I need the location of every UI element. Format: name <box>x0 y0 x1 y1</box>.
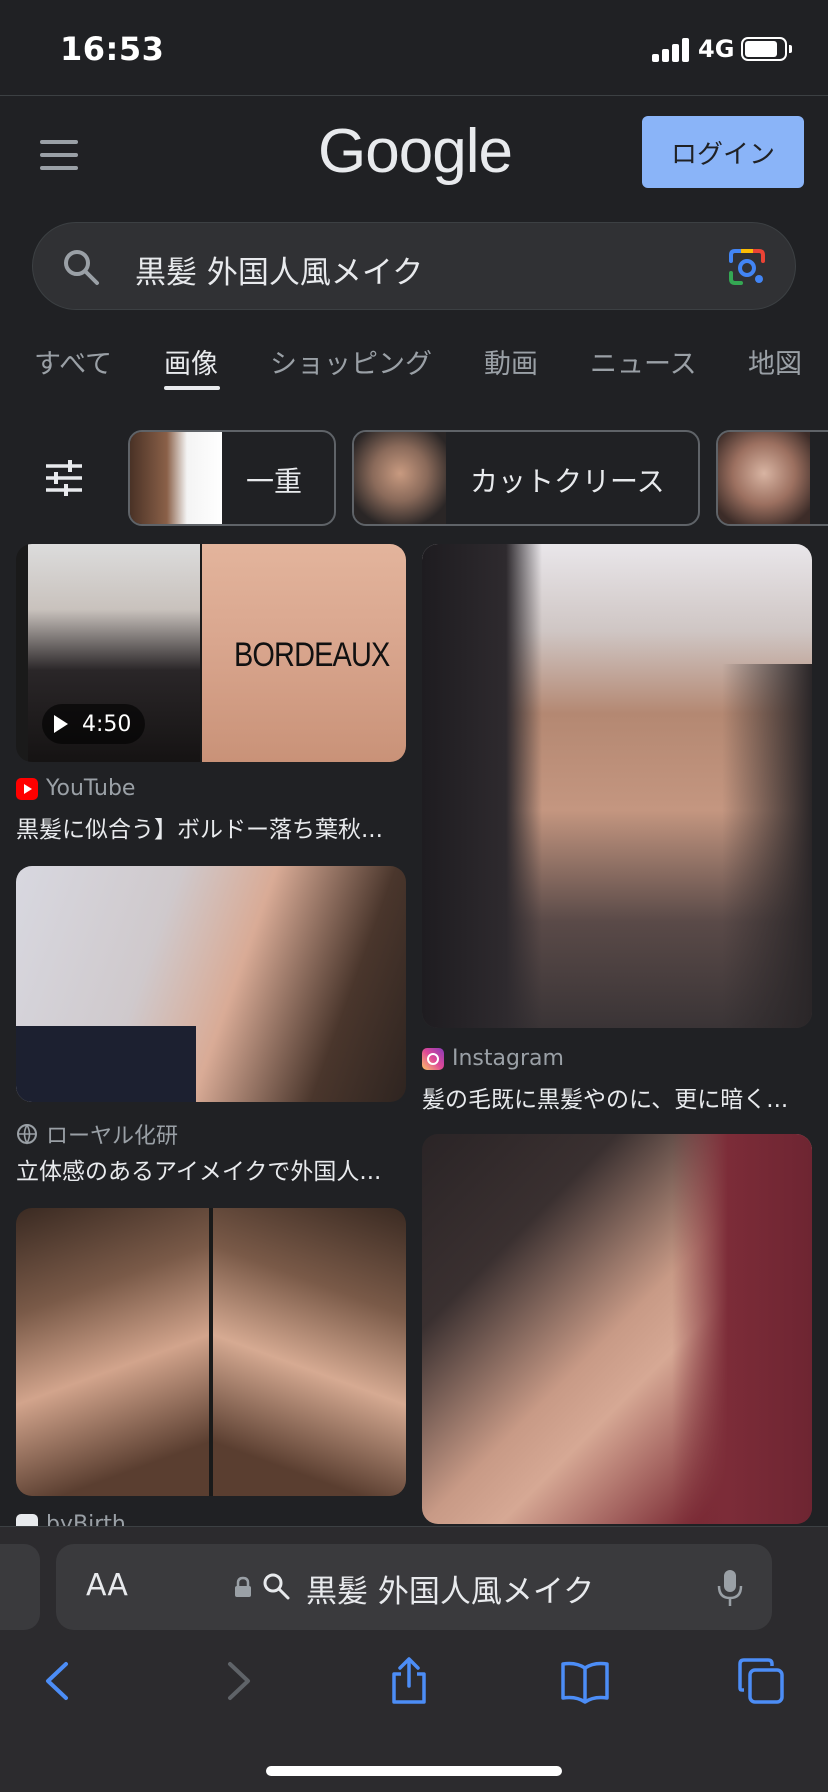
tab-videos[interactable]: 動画 <box>484 342 538 381</box>
tab-images[interactable]: 画像 <box>164 342 218 381</box>
tab-news[interactable]: ニュース <box>590 342 697 381</box>
play-icon <box>54 715 68 733</box>
source-name: Instagram <box>452 1046 564 1071</box>
tabs-icon[interactable] <box>736 1656 786 1706</box>
thumbnail-overlay-text: BORDEAUX <box>234 636 390 674</box>
previous-tab-peek[interactable] <box>0 1544 40 1630</box>
search-tabs: すべて 画像 ショッピング 動画 ニュース 地図 <box>0 336 828 396</box>
google-lens-icon[interactable] <box>727 247 767 287</box>
chip-thumbnail <box>354 432 446 524</box>
result-image-eye-makeup[interactable] <box>16 1208 406 1496</box>
search-input[interactable]: 黒髪 外国人風メイク <box>135 247 423 292</box>
google-logo[interactable]: Google <box>300 116 530 187</box>
result-caption[interactable]: 髪の毛既に黒髪やのに、更に暗く... <box>422 1080 812 1114</box>
tab-maps[interactable]: 地図 <box>748 342 802 381</box>
filter-tune-icon[interactable] <box>44 458 84 498</box>
chip-thumbnail <box>130 432 222 524</box>
result-caption[interactable]: 立体感のあるアイメイクで外国人... <box>16 1152 406 1186</box>
search-box[interactable]: 黒髪 外国人風メイク <box>32 222 796 310</box>
result-image-portrait[interactable] <box>422 1134 812 1524</box>
result-source-instagram[interactable]: Instagram <box>422 1046 564 1071</box>
forward-arrow-icon[interactable] <box>212 1656 262 1706</box>
lock-icon <box>235 1576 251 1597</box>
status-time: 16:53 <box>60 30 165 68</box>
battery-icon <box>741 37 792 61</box>
thumbnail-right <box>213 1208 406 1496</box>
result-image-instagram[interactable] <box>422 544 812 1028</box>
microphone-icon[interactable] <box>716 1568 744 1608</box>
sweater-shape <box>672 1134 812 1524</box>
chip-more[interactable] <box>716 430 828 526</box>
login-button[interactable]: ログイン <box>642 116 804 188</box>
tab-shopping[interactable]: ショッピング <box>270 342 432 381</box>
instagram-icon <box>422 1047 444 1070</box>
google-image-search-page: 16:53 4G Google ログイン 黒髪 外国人風メイク すべて 画像 シ… <box>0 0 828 1792</box>
back-arrow-icon[interactable] <box>34 1656 84 1706</box>
hair-shape <box>722 664 812 1028</box>
home-indicator[interactable] <box>266 1766 562 1776</box>
reader-aa-button[interactable]: AA <box>86 1568 128 1603</box>
video-duration-badge: 4:50 <box>42 704 146 744</box>
hair-shape <box>422 544 542 1028</box>
share-icon[interactable] <box>384 1656 434 1706</box>
source-name: ローヤル化研 <box>46 1124 179 1149</box>
result-caption[interactable]: 黒髪に似合う】ボルドー落ち葉秋... <box>16 810 406 844</box>
globe-icon <box>17 1124 37 1145</box>
hamburger-menu-icon[interactable] <box>40 140 80 170</box>
thumbnail-left <box>16 1208 209 1496</box>
chip-label: カットクリース <box>470 465 665 498</box>
address-bar[interactable]: AA 黒髪 外国人風メイク <box>56 1544 772 1630</box>
chip-monolid[interactable]: 一重 <box>128 430 336 526</box>
result-source-youtube[interactable]: YouTube <box>16 776 135 801</box>
network-label: 4G <box>698 35 735 63</box>
chip-label: 一重 <box>246 465 303 498</box>
source-name: YouTube <box>46 776 136 801</box>
search-icon <box>263 1573 290 1600</box>
status-bar: 16:53 4G <box>0 0 828 96</box>
clothing-shape <box>16 1026 196 1102</box>
youtube-icon <box>16 777 38 800</box>
result-image-royal-kaken[interactable] <box>16 866 406 1102</box>
address-bar-text[interactable]: 黒髪 外国人風メイク <box>306 1566 594 1611</box>
search-icon <box>64 250 99 285</box>
result-source-royal-kaken[interactable]: ローヤル化研 <box>16 1118 178 1150</box>
active-tab-indicator <box>164 386 220 390</box>
tab-all[interactable]: すべて <box>34 342 112 381</box>
result-image-youtube[interactable]: BORDEAUX 4:50 <box>16 544 406 762</box>
signal-icon <box>652 38 692 62</box>
video-duration: 4:50 <box>82 711 132 737</box>
bookmarks-icon[interactable] <box>560 1656 610 1706</box>
chip-thumbnail <box>718 432 810 524</box>
chip-cut-crease[interactable]: カットクリース <box>352 430 700 526</box>
